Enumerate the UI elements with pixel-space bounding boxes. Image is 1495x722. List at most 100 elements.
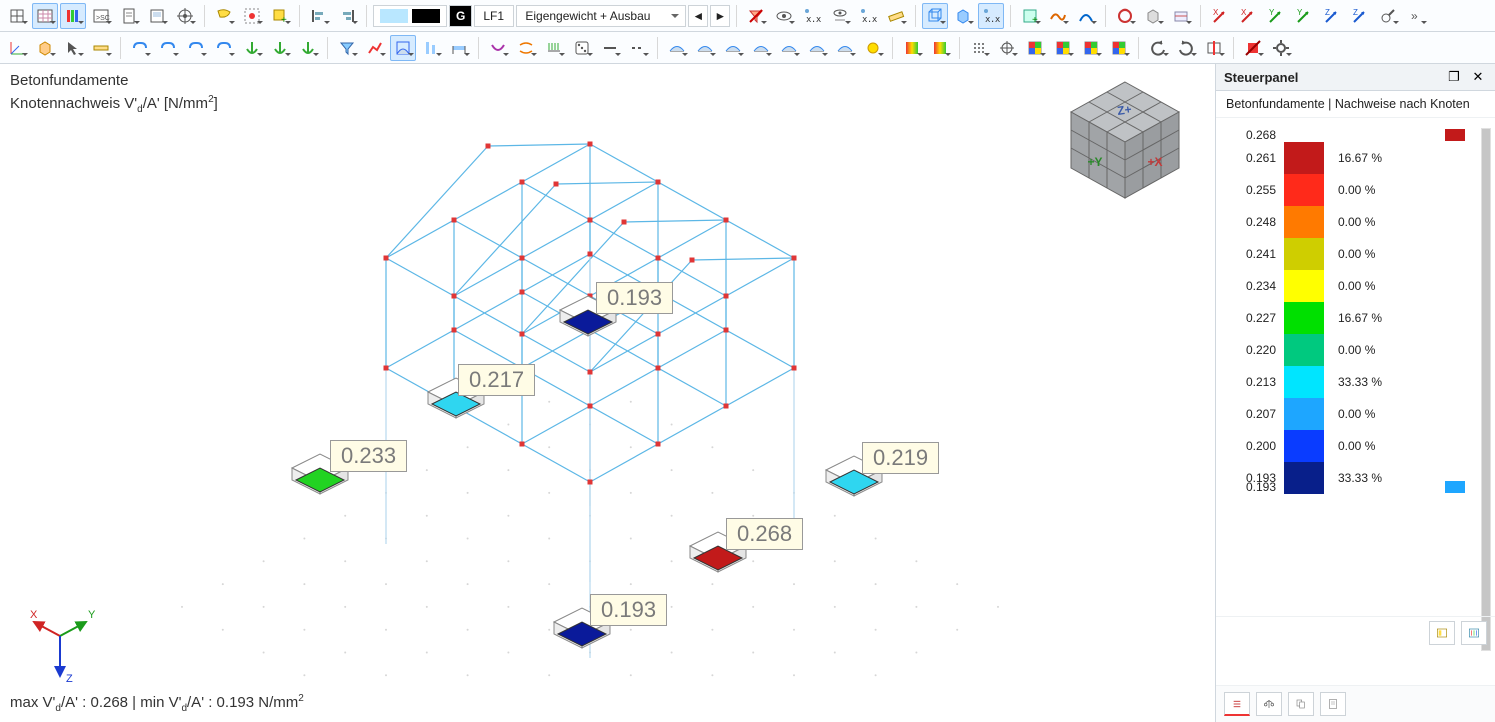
- clip-box-icon[interactable]: [1140, 3, 1166, 29]
- beam-result-e-icon[interactable]: [776, 35, 802, 61]
- measure-icon[interactable]: [883, 3, 909, 29]
- lasso-select-icon[interactable]: [211, 3, 237, 29]
- mesh-color-d-icon[interactable]: [1106, 35, 1132, 61]
- beam-result-g-icon[interactable]: [832, 35, 858, 61]
- axis-plus-y-icon[interactable]: Y: [1263, 3, 1289, 29]
- axis-minus-y-icon[interactable]: Y: [1291, 3, 1317, 29]
- panel-undock-button[interactable]: ❐: [1445, 68, 1463, 86]
- link-c-icon[interactable]: [183, 35, 209, 61]
- load-case-select[interactable]: Eigengewicht + Ausbau: [516, 5, 686, 27]
- moment-diagram-icon[interactable]: [390, 35, 416, 61]
- anchor-b-icon[interactable]: [267, 35, 293, 61]
- section-bend-icon[interactable]: [1073, 3, 1099, 29]
- chart-line-icon[interactable]: [362, 35, 388, 61]
- mesh-target-icon[interactable]: [994, 35, 1020, 61]
- load-color-swatch[interactable]: [373, 5, 447, 27]
- load-case-prev-button[interactable]: ◄: [688, 5, 708, 27]
- tab-cards-icon[interactable]: [1288, 692, 1314, 716]
- toolbar-top: >SC + GLF1Eigengewicht + Ausbau◄► x.xx x.xx x…: [0, 0, 1495, 32]
- anchor-a-icon[interactable]: [239, 35, 265, 61]
- align-left-spacing-icon[interactable]: [306, 3, 332, 29]
- beam-result-f-icon[interactable]: [804, 35, 830, 61]
- node-select-icon[interactable]: [239, 3, 265, 29]
- box-tool-icon[interactable]: [32, 35, 58, 61]
- anchor-c-icon[interactable]: [295, 35, 321, 61]
- shaded-dim-icon[interactable]: x.xx: [978, 3, 1004, 29]
- clip-custom-icon[interactable]: [1168, 3, 1194, 29]
- settings-gear-icon[interactable]: [1268, 35, 1294, 61]
- contour-a-icon[interactable]: [899, 35, 925, 61]
- value-label: 0.219: [862, 442, 939, 474]
- view-colormap-icon[interactable]: [60, 3, 86, 29]
- link-d-icon[interactable]: [211, 35, 237, 61]
- link-b-icon[interactable]: [155, 35, 181, 61]
- clear-filter-icon[interactable]: [743, 3, 769, 29]
- svg-text:»: »: [1411, 9, 1418, 23]
- link-a-icon[interactable]: [127, 35, 153, 61]
- mesh-color-a-icon[interactable]: [1022, 35, 1048, 61]
- tab-page-icon[interactable]: [1320, 692, 1346, 716]
- beam-result-a-icon[interactable]: [664, 35, 690, 61]
- dash-a-icon[interactable]: [597, 35, 623, 61]
- model-viewport[interactable]: Betonfundamente Knotennachweis V'd/A' [N…: [0, 64, 1215, 722]
- options-b-icon[interactable]: [1461, 621, 1487, 645]
- beam-result-b-icon[interactable]: [692, 35, 718, 61]
- ruler-tool-icon[interactable]: [88, 35, 114, 61]
- pointer-setting-icon[interactable]: [60, 35, 86, 61]
- toggle-dim-icon[interactable]: [827, 3, 853, 29]
- axis-minus-x-icon[interactable]: X: [1235, 3, 1261, 29]
- clip-plane-icon[interactable]: [1112, 3, 1138, 29]
- section-view-icon[interactable]: [1201, 35, 1227, 61]
- panel-subtitle: Betonfundamente | Nachweise nach Knoten: [1216, 91, 1495, 118]
- coord-system-icon[interactable]: [4, 35, 30, 61]
- load-type-badge: G: [449, 5, 472, 27]
- view-model-icon[interactable]: [4, 3, 30, 29]
- toggle-visibility-icon[interactable]: [771, 3, 797, 29]
- mesh-color-b-icon[interactable]: [1050, 35, 1076, 61]
- view-grid-icon[interactable]: [32, 3, 58, 29]
- mesh-color-c-icon[interactable]: [1078, 35, 1104, 61]
- tab-balance-icon[interactable]: [1256, 692, 1282, 716]
- shaded-box-icon[interactable]: [950, 3, 976, 29]
- uniform-load-icon[interactable]: [541, 35, 567, 61]
- axis-plus-z-icon[interactable]: Z: [1319, 3, 1345, 29]
- new-section-icon[interactable]: +: [1017, 3, 1043, 29]
- dice-icon[interactable]: [569, 35, 595, 61]
- legend-scrollbar[interactable]: [1481, 128, 1491, 651]
- value-label: 0.193: [596, 282, 673, 314]
- section-along-icon[interactable]: [1045, 3, 1071, 29]
- column-diagram-icon[interactable]: [418, 35, 444, 61]
- beam-diagram-icon[interactable]: [446, 35, 472, 61]
- print-layout-icon[interactable]: [144, 3, 170, 29]
- options-a-icon[interactable]: [1429, 621, 1455, 645]
- microscope-icon[interactable]: [1375, 3, 1401, 29]
- axis-plus-x-icon[interactable]: X: [1207, 3, 1233, 29]
- stop-square-icon[interactable]: [1240, 35, 1266, 61]
- panel-close-button[interactable]: ✕: [1469, 68, 1487, 86]
- load-case-code[interactable]: LF1: [474, 5, 514, 27]
- beam-result-c-icon[interactable]: [720, 35, 746, 61]
- add-select-icon[interactable]: +: [267, 3, 293, 29]
- tab-list-icon[interactable]: [1224, 692, 1250, 716]
- script-console-icon[interactable]: >SC: [88, 3, 114, 29]
- load-case-next-button[interactable]: ►: [710, 5, 730, 27]
- redo-arc-icon[interactable]: [1173, 35, 1199, 61]
- target-icon[interactable]: [172, 3, 198, 29]
- align-right-spacing-icon[interactable]: [334, 3, 360, 29]
- page-setup-icon[interactable]: [116, 3, 142, 29]
- envelope-icon[interactable]: [513, 35, 539, 61]
- more-axis-icon[interactable]: »: [1403, 3, 1429, 29]
- dim-real-precise-icon[interactable]: x.xx: [799, 3, 825, 29]
- filter-icon[interactable]: [334, 35, 360, 61]
- circle-yellow-icon[interactable]: [860, 35, 886, 61]
- legend-swatch: [1284, 366, 1324, 398]
- dash-b-icon[interactable]: [625, 35, 651, 61]
- undo-arc-icon[interactable]: [1145, 35, 1171, 61]
- mesh-dots-icon[interactable]: [966, 35, 992, 61]
- deflection-icon[interactable]: [485, 35, 511, 61]
- axis-minus-z-icon[interactable]: Z: [1347, 3, 1373, 29]
- beam-result-d-icon[interactable]: [748, 35, 774, 61]
- dim-real-icon[interactable]: x.xx: [855, 3, 881, 29]
- contour-b-icon[interactable]: [927, 35, 953, 61]
- wireframe-box-icon[interactable]: [922, 3, 948, 29]
